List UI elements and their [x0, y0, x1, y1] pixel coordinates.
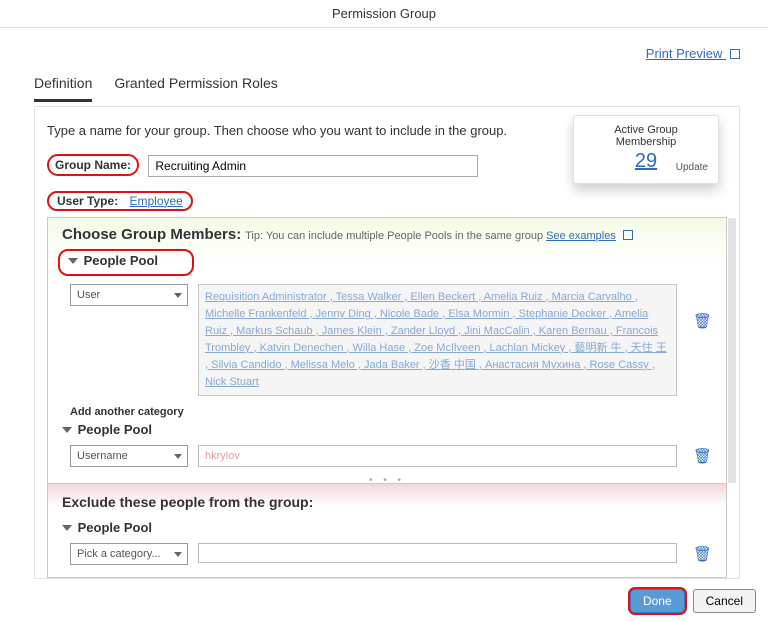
username-input[interactable] — [198, 445, 677, 467]
done-button[interactable]: Done — [630, 589, 685, 613]
user-type-highlight: User Type: Employee — [47, 191, 193, 211]
user-type-value-link[interactable]: Employee — [129, 194, 182, 208]
membership-card: Active Group Membership 29 Update — [573, 115, 719, 184]
footer: Done Cancel — [0, 579, 768, 621]
selected-users-box[interactable]: Requisition Administrator , Tessa Walker… — [198, 284, 677, 396]
scrollbar[interactable] — [728, 218, 736, 483]
trash-icon[interactable]: 🗑 — [693, 447, 712, 465]
add-another-category-link[interactable]: Add another category — [70, 406, 726, 418]
tab-granted-roles[interactable]: Granted Permission Roles — [114, 75, 277, 102]
page-title: Permission Group — [0, 0, 768, 28]
user-type-label: User Type: — [57, 194, 118, 208]
trash-icon[interactable]: 🗑 — [693, 545, 712, 563]
print-preview-link[interactable]: Print Preview — [646, 46, 740, 61]
cancel-button[interactable]: Cancel — [693, 589, 756, 613]
category-select-username[interactable]: Username — [70, 445, 188, 467]
trash-icon[interactable]: 🗑 — [693, 312, 712, 330]
membership-update-link[interactable]: Update — [676, 162, 708, 173]
see-examples-link[interactable]: See examples — [546, 230, 616, 242]
group-name-input[interactable] — [148, 155, 478, 177]
category-select-user[interactable]: User — [70, 284, 188, 306]
group-name-label: Group Name: — [55, 158, 131, 172]
definition-panel: Type a name for your group. Then choose … — [34, 106, 740, 579]
tab-definition[interactable]: Definition — [34, 75, 92, 102]
chevron-down-icon — [62, 525, 72, 531]
resize-dots-icon[interactable]: • • • — [48, 475, 726, 483]
people-pool-heading-exclude[interactable]: People Pool — [62, 520, 726, 535]
choose-members-header: Choose Group Members: Tip: You can inclu… — [48, 218, 726, 245]
exclude-section: Exclude these people from the group: Peo… — [47, 484, 727, 578]
chevron-down-icon — [68, 258, 78, 264]
membership-count-link[interactable]: 29 — [635, 150, 657, 173]
chevron-down-icon — [62, 427, 72, 433]
external-link-icon — [730, 49, 740, 59]
people-pool-heading-1[interactable]: People Pool — [58, 249, 194, 276]
category-select-exclude[interactable]: Pick a category... — [70, 543, 188, 565]
people-pool-heading-2[interactable]: People Pool — [62, 422, 726, 437]
exclude-title: Exclude these people from the group: — [48, 484, 726, 516]
choose-members-section: Choose Group Members: Tip: You can inclu… — [47, 217, 727, 484]
exclude-value-input[interactable] — [198, 543, 677, 563]
tabs: Definition Granted Permission Roles — [0, 61, 768, 102]
external-link-icon — [623, 230, 633, 240]
membership-title: Active Group Membership — [584, 124, 708, 148]
group-name-label-highlight: Group Name: — [47, 154, 139, 176]
